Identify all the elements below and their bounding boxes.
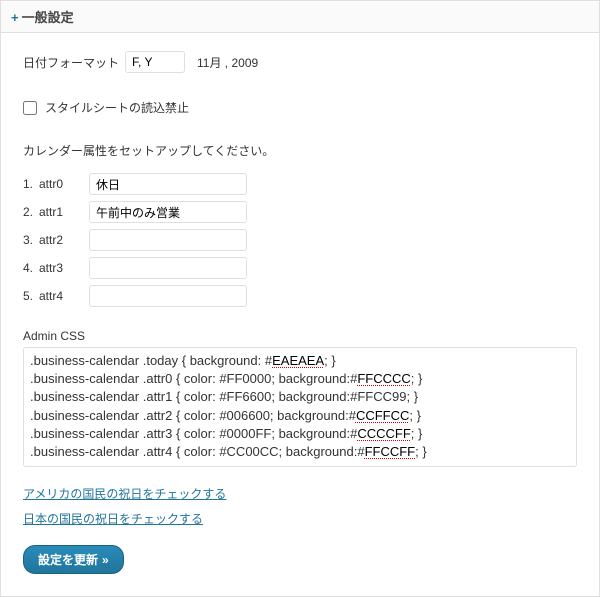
panel-body: 日付フォーマット 11月 , 2009 スタイルシートの読込禁止 カレンダー属性… — [1, 33, 599, 596]
usa-holidays-link[interactable]: アメリカの国民の祝日をチェックする — [23, 485, 577, 502]
stylesheet-disable-row: スタイルシートの読込禁止 — [23, 99, 577, 116]
attr-num: 2. — [23, 205, 39, 219]
date-format-label: 日付フォーマット — [23, 54, 119, 71]
attr2-input[interactable] — [89, 229, 247, 251]
holiday-links: アメリカの国民の祝日をチェックする 日本の国民の祝日をチェックする — [23, 485, 577, 527]
date-format-input[interactable] — [125, 51, 185, 73]
attr-name: attr4 — [39, 289, 89, 303]
attr-row-0: 1. attr0 — [23, 173, 577, 195]
css-line: .business-calendar .attr4 { color: #CC00… — [30, 443, 570, 461]
attr-num: 3. — [23, 233, 39, 247]
stylesheet-disable-label: スタイルシートの読込禁止 — [45, 99, 189, 116]
css-line: .business-calendar .attr1 { color: #FF66… — [30, 388, 570, 406]
panel-header[interactable]: +一般設定 — [1, 1, 599, 33]
general-settings-panel: +一般設定 日付フォーマット 11月 , 2009 スタイルシートの読込禁止 カ… — [0, 0, 600, 597]
admin-css-textarea[interactable]: .business-calendar .today { background: … — [23, 347, 577, 467]
attr-row-3: 4. attr3 — [23, 257, 577, 279]
submit-label: 設定を更新 — [38, 553, 98, 567]
calendar-instruction: カレンダー属性をセットアップしてください。 — [23, 142, 577, 159]
attr-name: attr0 — [39, 177, 89, 191]
stylesheet-disable-checkbox[interactable] — [23, 101, 37, 115]
attr1-input[interactable] — [89, 201, 247, 223]
date-format-sample: 11月 , 2009 — [197, 54, 258, 71]
css-line: .business-calendar .attr0 { color: #FF00… — [30, 370, 570, 388]
css-line: .business-calendar .attr2 { color: #0066… — [30, 407, 570, 425]
attr-name: attr2 — [39, 233, 89, 247]
date-format-row: 日付フォーマット 11月 , 2009 — [23, 51, 577, 73]
panel-title: 一般設定 — [22, 10, 74, 25]
attr-num: 4. — [23, 261, 39, 275]
attr-num: 5. — [23, 289, 39, 303]
css-line: .business-calendar .today { background: … — [30, 352, 570, 370]
css-line: .business-calendar .attr3 { color: #0000… — [30, 425, 570, 443]
admin-css-label: Admin CSS — [23, 329, 577, 343]
attr4-input[interactable] — [89, 285, 247, 307]
update-settings-button[interactable]: 設定を更新 » — [23, 545, 124, 574]
raquo-icon: » — [102, 553, 109, 567]
attr-row-4: 5. attr4 — [23, 285, 577, 307]
attr-name: attr3 — [39, 261, 89, 275]
attr-name: attr1 — [39, 205, 89, 219]
attr0-input[interactable] — [89, 173, 247, 195]
expand-icon: + — [11, 10, 19, 25]
attr-num: 1. — [23, 177, 39, 191]
attr-row-1: 2. attr1 — [23, 201, 577, 223]
attr3-input[interactable] — [89, 257, 247, 279]
attr-row-2: 3. attr2 — [23, 229, 577, 251]
japan-holidays-link[interactable]: 日本の国民の祝日をチェックする — [23, 510, 577, 527]
